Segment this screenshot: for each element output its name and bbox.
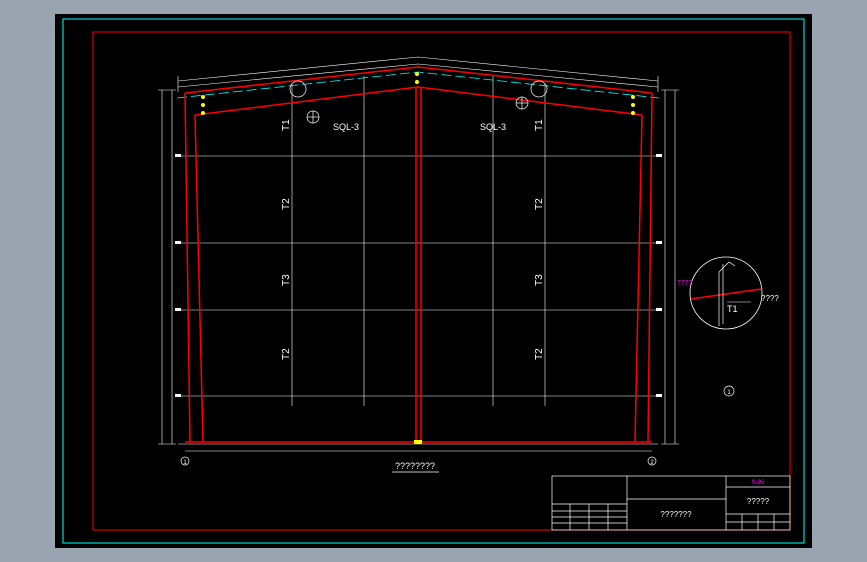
grid-label-left: 1 <box>183 460 187 466</box>
sheet-number: S-06 <box>752 480 765 486</box>
brace-label-l3: T3 <box>281 274 292 286</box>
right-dimensions <box>661 89 679 445</box>
drawing-canvas[interactable]: 1 2 SQL-3 SQL-3 T1 T2 T3 T2 T1 T2 T3 T2 … <box>55 14 812 548</box>
cad-viewport[interactable]: 1 2 SQL-3 SQL-3 T1 T2 T3 T2 T1 T2 T3 T2 … <box>55 14 812 548</box>
brace-label-l1: T1 <box>281 119 292 131</box>
detail-member-label: T1 <box>727 304 738 314</box>
purlin-label-right: SQL-3 <box>480 122 506 132</box>
steel-columns <box>184 87 653 443</box>
brace-label-l2: T2 <box>281 198 292 210</box>
brace-label-r1: T1 <box>534 119 545 131</box>
column-marks <box>175 154 662 397</box>
brace-label-r4: T2 <box>534 348 545 360</box>
detail-view <box>689 256 763 397</box>
detail-note-right: ???? <box>761 294 779 303</box>
left-dimensions <box>158 89 176 445</box>
title-block-drawing-title: ??????? <box>660 510 692 519</box>
purlin-label-left: SQL-3 <box>333 122 359 132</box>
brace-labels: T1 T2 T3 T2 T1 T2 T3 T2 <box>281 119 545 360</box>
drawing-label: ???????? <box>395 461 435 471</box>
bolt-marks <box>201 72 635 444</box>
brace-verticals <box>291 76 546 406</box>
project-name: ????? <box>747 497 770 506</box>
brace-label-r3: T3 <box>534 274 545 286</box>
detail-marker: 1 <box>727 390 731 396</box>
brace-label-r2: T2 <box>534 198 545 210</box>
brace-label-l4: T2 <box>281 348 292 360</box>
girt-lines <box>178 155 658 452</box>
grid-label-right: 2 <box>650 460 654 466</box>
detail-note-left: ???? <box>677 280 693 287</box>
